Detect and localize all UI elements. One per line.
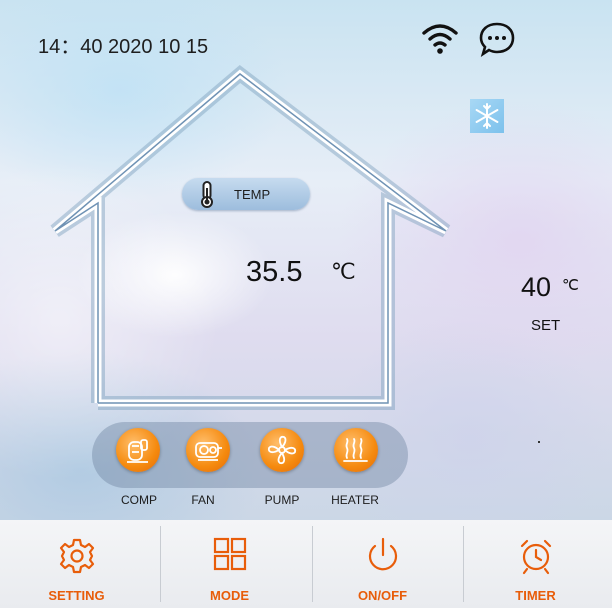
current-temp-value: 35.5: [246, 256, 303, 288]
mode-grid-icon: [213, 537, 246, 571]
thermometer-icon: [201, 181, 213, 208]
setting-button[interactable]: SETTING: [0, 520, 153, 608]
current-temp-unit: ℃: [331, 259, 356, 284]
mode-label: MODE: [210, 588, 249, 603]
datetime-display: 14：40 2020 10 15: [38, 36, 209, 58]
device-label-heater: HEATER: [331, 493, 379, 507]
temp-label-pill: TEMP: [182, 178, 310, 210]
device-label-pump: PUMP: [264, 493, 300, 507]
power-label: ON/OFF: [357, 588, 408, 603]
message-icon[interactable]: [478, 20, 516, 58]
nav-divider: [312, 526, 313, 602]
setting-label: SETTING: [48, 588, 105, 603]
alarm-clock-icon: [520, 539, 551, 575]
temp-label: TEMP: [234, 187, 271, 202]
fan-icon[interactable]: [186, 428, 230, 472]
wifi-icon[interactable]: [420, 20, 460, 56]
heater-icon[interactable]: [334, 428, 378, 472]
bottom-nav-bar: SETTING MODE ON/OFF TIMER: [0, 520, 612, 608]
stray-dot: [538, 441, 540, 443]
gear-icon: [59, 538, 94, 574]
nav-divider: [160, 526, 161, 602]
compressor-icon[interactable]: [116, 428, 160, 472]
power-icon: [368, 537, 397, 571]
set-temp-unit: ℃: [562, 277, 579, 294]
snowflake-icon: [470, 99, 504, 133]
device-label-fan: FAN: [191, 493, 215, 507]
pump-icon[interactable]: [260, 428, 304, 472]
nav-divider: [463, 526, 464, 602]
set-temp-value[interactable]: 40: [521, 272, 551, 303]
main-screen: 14：40 2020 10 15 TEMP 35.5 ℃ 40 ℃ SET CO…: [0, 0, 612, 520]
device-label-comp: COMP: [121, 493, 157, 507]
mode-button[interactable]: MODE: [153, 520, 306, 608]
timer-label: TIMER: [515, 588, 556, 603]
set-temp-label: SET: [531, 317, 561, 334]
power-button[interactable]: ON/OFF: [306, 520, 459, 608]
timer-button[interactable]: TIMER: [459, 520, 612, 608]
